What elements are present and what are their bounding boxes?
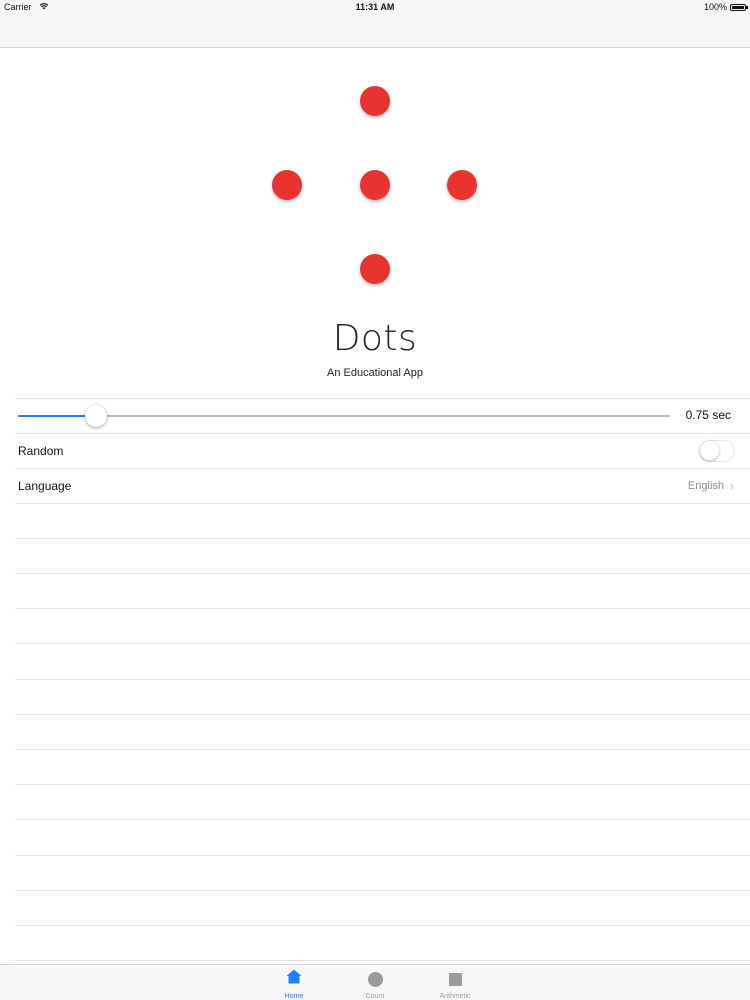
tab-arithmetic[interactable]: Arithmetic <box>415 968 495 1000</box>
separator <box>15 608 750 609</box>
battery-percent: 100% <box>703 2 727 12</box>
dot-right <box>447 170 477 200</box>
separator <box>15 503 750 504</box>
dot-center <box>360 170 390 200</box>
tab-home-label: Home <box>284 993 304 1000</box>
language-value: English <box>687 480 724 492</box>
circle-icon <box>367 971 383 987</box>
slider-thumb[interactable] <box>85 405 108 427</box>
app-title: Dots <box>332 318 418 359</box>
tab-bar: Home Count Arithmetic <box>0 964 750 1000</box>
navigation-bar <box>0 16 750 48</box>
separator <box>15 679 750 680</box>
separator <box>15 819 750 820</box>
separator <box>15 749 750 750</box>
battery-group: 100% <box>703 2 748 12</box>
tab-count[interactable]: Count <box>335 968 415 1000</box>
clock-time: 11:31 AM <box>355 2 395 12</box>
square-icon <box>448 972 462 986</box>
separator <box>15 643 750 644</box>
speed-slider[interactable] <box>18 405 670 427</box>
language-label: Language <box>18 479 72 493</box>
status-bar: Carrier 11:31 AM 100% <box>0 0 750 16</box>
separator <box>15 960 750 961</box>
separator <box>15 784 750 785</box>
dot-left <box>272 170 302 200</box>
home-icon <box>286 969 302 989</box>
dot-top <box>360 86 390 116</box>
separator <box>15 925 750 926</box>
chevron-right-icon: › <box>729 478 734 493</box>
toggle-knob <box>700 441 719 460</box>
separator <box>15 890 750 891</box>
tab-count-label: Count <box>365 993 385 1000</box>
app-subtitle: An Educational App <box>326 367 424 379</box>
separator <box>15 573 750 574</box>
screen: Carrier 11:31 AM 100% Dots An Educationa… <box>0 0 750 1000</box>
dot-bottom <box>360 254 390 284</box>
battery-icon <box>730 3 748 11</box>
tab-arithmetic-label: Arithmetic <box>439 993 471 1000</box>
separator <box>15 714 750 715</box>
speed-slider-row: 0.75 sec <box>0 399 750 433</box>
language-row[interactable]: Language English › <box>0 469 750 503</box>
tab-home[interactable]: Home <box>254 968 334 1000</box>
speed-value-label: 0.75 sec <box>685 408 731 422</box>
random-label: Random <box>18 444 64 458</box>
random-toggle[interactable] <box>699 440 735 462</box>
random-row: Random <box>0 434 750 468</box>
separator <box>15 538 750 539</box>
separator <box>15 855 750 856</box>
